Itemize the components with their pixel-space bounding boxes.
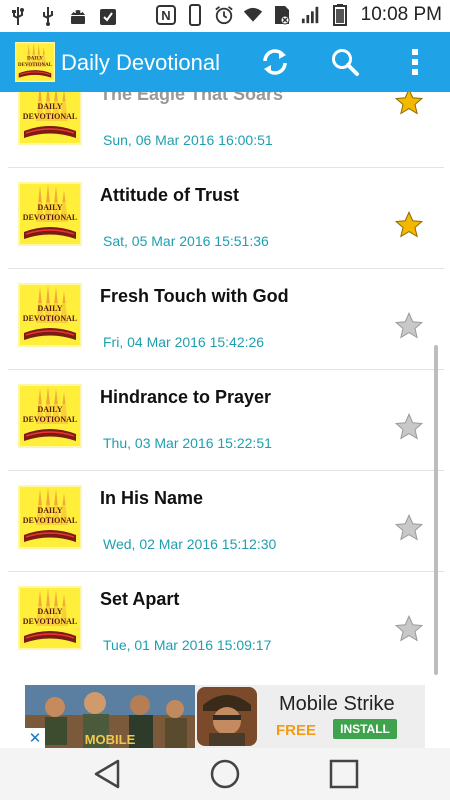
ad-install-button[interactable]: INSTALL: [333, 719, 397, 739]
alarm-icon: [214, 4, 234, 26]
star-icon[interactable]: [394, 412, 424, 442]
svg-text:N: N: [161, 8, 170, 23]
devotional-title: Fresh Touch with God: [100, 286, 289, 306]
ad-banner[interactable]: MOBILE Mobile Strike FREE INSTALL: [25, 685, 425, 748]
ad-banner-image: MOBILE: [25, 685, 195, 748]
list-item[interactable]: DAILY DEVOTIONAL Set Apart Tue, 01 Mar 2…: [8, 572, 444, 672]
devotional-title: In His Name: [100, 488, 204, 508]
navigation-bar: [0, 748, 450, 800]
devotional-thumbnail: DAILY DEVOTIONAL: [18, 283, 82, 347]
devotional-date: Fri, 04 Mar 2016 15:42:26: [103, 334, 265, 350]
ad-game-icon: [195, 685, 280, 748]
home-button[interactable]: [205, 756, 245, 792]
list-item[interactable]: DAILY DEVOTIONAL The Eagle That Soars Su…: [8, 92, 444, 168]
thumb-text-daily: DAILY: [37, 102, 62, 111]
usb-icon: [8, 5, 28, 27]
status-bar: N 10:08 PM: [0, 0, 450, 32]
nfc-icon: N: [155, 4, 176, 26]
devotional-thumbnail: DAILY DEVOTIONAL: [18, 586, 82, 650]
thumb-text-devotional: DEVOTIONAL: [23, 112, 78, 121]
logo-text-daily: DAILY: [27, 57, 43, 62]
status-left-icons: [8, 5, 118, 27]
vibrate-icon: [185, 4, 205, 26]
back-icon: [94, 759, 120, 789]
list-scrollbar[interactable]: [434, 345, 438, 675]
status-right-icons: N 10:08 PM: [155, 4, 442, 26]
list-item[interactable]: DAILY DEVOTIONAL In His Name Wed, 02 Mar…: [8, 471, 444, 572]
search-icon: [332, 49, 359, 76]
status-time: 10:08 PM: [360, 4, 442, 25]
thumb-text-devotional: DEVOTIONAL: [23, 415, 78, 424]
thumb-text-devotional: DEVOTIONAL: [23, 213, 78, 222]
logo-text-devotional: DEVOTIONAL: [18, 63, 53, 68]
thumb-text-daily: DAILY: [37, 405, 62, 414]
overflow-menu-icon: [412, 49, 418, 75]
app-logo: DAILY DEVOTIONAL: [14, 42, 56, 82]
devotional-date: Sun, 06 Mar 2016 16:00:51: [103, 132, 273, 148]
thumb-text-devotional: DEVOTIONAL: [23, 617, 78, 626]
app-bar: DAILY DEVOTIONAL Daily Devotional: [0, 32, 450, 92]
ad-banner-text: MOBILE: [85, 732, 136, 747]
ad-title: Mobile Strike: [279, 693, 395, 715]
recents-button[interactable]: [324, 756, 364, 792]
wifi-icon: [243, 4, 263, 26]
star-icon[interactable]: [394, 513, 424, 543]
star-icon[interactable]: [394, 210, 424, 240]
devotional-title: Attitude of Trust: [100, 185, 239, 205]
thumb-text-daily: DAILY: [37, 607, 62, 616]
overflow-menu-button[interactable]: [397, 44, 433, 80]
devotional-date: Tue, 01 Mar 2016 15:09:17: [103, 637, 272, 653]
thumb-text-daily: DAILY: [37, 304, 62, 313]
devotional-title: Set Apart: [100, 589, 180, 609]
devotional-thumbnail: DAILY DEVOTIONAL: [18, 384, 82, 448]
star-icon[interactable]: [394, 311, 424, 341]
devotional-thumbnail: DAILY DEVOTIONAL: [18, 182, 82, 246]
thumb-text-devotional: DEVOTIONAL: [23, 516, 78, 525]
refresh-button[interactable]: [257, 44, 293, 80]
android-icon: [68, 5, 88, 27]
thumb-text-daily: DAILY: [37, 203, 62, 212]
clipboard-icon: [98, 5, 118, 27]
devotional-thumbnail: DAILY DEVOTIONAL: [18, 485, 82, 549]
list-item[interactable]: DAILY DEVOTIONAL Fresh Touch with God Fr…: [8, 269, 444, 370]
list-item[interactable]: DAILY DEVOTIONAL Hindrance to Prayer Thu…: [8, 370, 444, 471]
battery-icon: [330, 4, 350, 26]
devotional-date: Sat, 05 Mar 2016 15:51:36: [103, 233, 269, 249]
recents-icon: [329, 759, 359, 789]
thumb-text-daily: DAILY: [37, 506, 62, 515]
devotional-date: Wed, 02 Mar 2016 15:12:30: [103, 536, 277, 552]
home-icon: [210, 759, 240, 789]
devotional-date: Thu, 03 Mar 2016 15:22:51: [103, 435, 272, 451]
ad-price: FREE: [276, 722, 317, 739]
signal-icon: [301, 4, 321, 26]
devotional-thumbnail: DAILY DEVOTIONAL: [18, 92, 82, 145]
devotional-title: Hindrance to Prayer: [100, 387, 272, 407]
star-icon[interactable]: [394, 92, 424, 117]
back-button[interactable]: [87, 756, 127, 792]
usb-debug-icon: [38, 5, 58, 27]
star-icon[interactable]: [394, 614, 424, 644]
refresh-icon: [263, 49, 287, 75]
search-button[interactable]: [327, 44, 363, 80]
sim-icon: [272, 4, 292, 26]
list-item[interactable]: DAILY DEVOTIONAL Attitude of Trust Sat, …: [8, 168, 444, 269]
ad-close-icon[interactable]: ✕: [25, 728, 45, 748]
devotional-list[interactable]: DAILY DEVOTIONAL The Eagle That Soars Su…: [8, 92, 444, 684]
devotional-title: The Eagle That Soars: [100, 92, 284, 104]
app-title: Daily Devotional: [61, 50, 220, 75]
thumb-text-devotional: DEVOTIONAL: [23, 314, 78, 323]
